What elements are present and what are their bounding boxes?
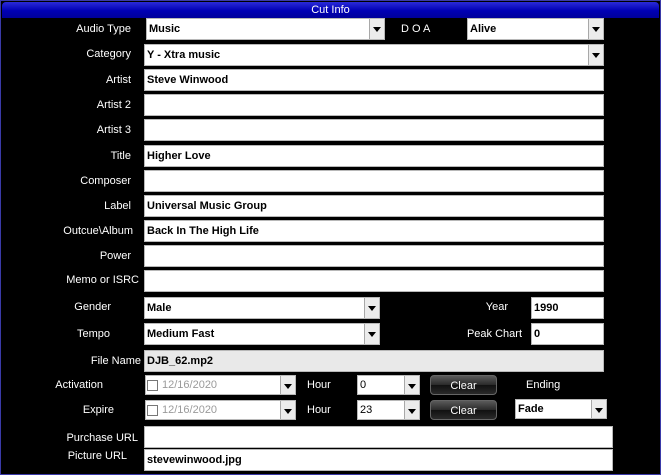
peak-chart-input[interactable]: 0 (531, 323, 604, 345)
artist-label: Artist (105, 74, 131, 86)
doa-label: D O A (401, 23, 431, 35)
year-input[interactable]: 1990 (531, 297, 604, 319)
power-label: Power (99, 250, 131, 262)
purchase-url-input[interactable] (144, 426, 613, 448)
chevron-down-icon[interactable] (364, 324, 379, 344)
gender-select[interactable]: Male (144, 297, 380, 319)
activation-clear-button[interactable]: Clear (430, 375, 497, 395)
checkbox-icon[interactable] (147, 405, 158, 416)
window-title: Cut Info (2, 2, 659, 18)
chevron-down-icon[interactable] (280, 401, 295, 419)
expire-date-picker[interactable]: 12/16/2020 (145, 400, 296, 420)
chevron-down-icon[interactable] (588, 19, 603, 39)
ending-label: Ending (526, 379, 561, 391)
activation-date-value: 12/16/2020 (162, 379, 218, 391)
picture-url-input[interactable]: stevewinwood.jpg (144, 449, 613, 471)
file-name-label: File Name (90, 355, 141, 367)
expire-clear-button[interactable]: Clear (430, 400, 497, 420)
expire-date-value: 12/16/2020 (162, 404, 218, 416)
expire-hour-value: 23 (360, 404, 373, 416)
audio-type-label: Audio Type (76, 23, 131, 35)
memo-label: Memo or ISRC (66, 274, 139, 286)
ending-select[interactable]: Fade (515, 399, 607, 419)
category-label: Category (86, 48, 131, 60)
file-name-field: DJB_62.mp2 (144, 350, 604, 372)
chevron-down-icon[interactable] (404, 376, 419, 394)
category-select[interactable]: Y - Xtra music (144, 44, 604, 66)
artist3-label: Artist 3 (96, 124, 131, 136)
chevron-down-icon[interactable] (588, 45, 603, 65)
expire-hour-select[interactable]: 23 (357, 400, 420, 420)
composer-label: Composer (80, 175, 131, 187)
power-input[interactable] (144, 245, 604, 267)
artist2-input[interactable] (144, 94, 604, 116)
gender-label: Gender (74, 301, 111, 313)
album-input[interactable]: Back In The High Life (144, 220, 604, 242)
ending-value: Fade (518, 403, 544, 415)
gender-value: Male (147, 302, 172, 314)
tempo-value: Medium Fast (147, 328, 215, 340)
artist3-input[interactable] (144, 119, 604, 141)
artist-input[interactable]: Steve Winwood (144, 69, 604, 91)
activation-hour-select[interactable]: 0 (357, 375, 420, 395)
title-input[interactable]: Higher Love (144, 145, 604, 167)
memo-input[interactable] (144, 270, 604, 292)
tempo-select[interactable]: Medium Fast (144, 323, 380, 345)
doa-value: Alive (470, 23, 497, 35)
chevron-down-icon[interactable] (364, 298, 379, 318)
composer-input[interactable] (144, 170, 604, 192)
audio-type-value: Music (149, 23, 181, 35)
year-label: Year (485, 301, 508, 313)
chevron-down-icon[interactable] (280, 376, 295, 394)
audio-type-select[interactable]: Music (146, 18, 385, 40)
purchase-url-label: Purchase URL (66, 432, 138, 444)
activation-hour-label: Hour (307, 379, 331, 391)
activation-label: Activation (55, 379, 103, 391)
activation-date-picker[interactable]: 12/16/2020 (145, 375, 296, 395)
expire-label: Expire (82, 404, 114, 416)
album-label: Outcue\Album (63, 225, 133, 237)
doa-select[interactable]: Alive (467, 18, 604, 40)
chevron-down-icon[interactable] (369, 19, 384, 39)
chevron-down-icon[interactable] (591, 400, 606, 418)
checkbox-icon[interactable] (147, 380, 158, 391)
picture-url-label: Picture URL (67, 450, 127, 462)
expire-hour-label: Hour (307, 404, 331, 416)
chevron-down-icon[interactable] (404, 401, 419, 419)
title-label: Title (110, 150, 131, 162)
label-label: Label (104, 200, 131, 212)
activation-hour-value: 0 (360, 379, 367, 391)
label-input[interactable]: Universal Music Group (144, 195, 604, 217)
artist2-label: Artist 2 (96, 99, 131, 111)
peak-chart-label: Peak Chart (466, 328, 522, 340)
tempo-label: Tempo (76, 328, 110, 340)
category-value: Y - Xtra music (147, 49, 221, 61)
